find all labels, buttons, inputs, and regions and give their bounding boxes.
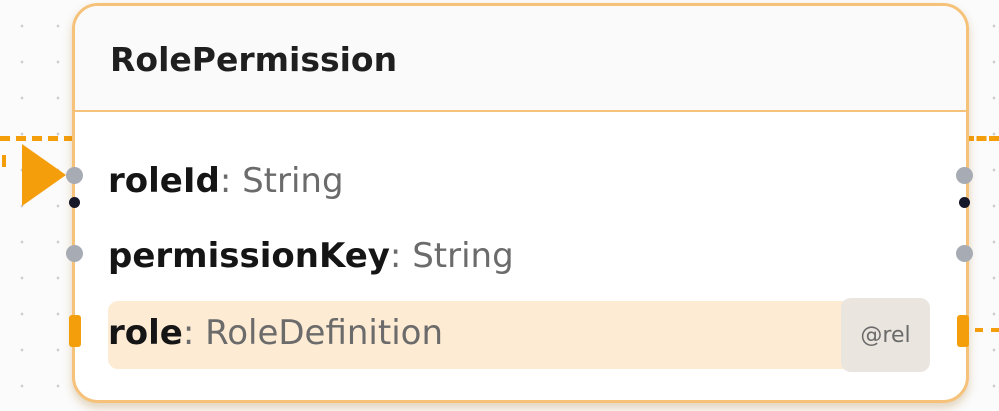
outgoing-relation-edge [964,136,999,141]
handle-left-permissionkey[interactable] [66,245,83,262]
handle-left-roleid[interactable] [66,167,83,184]
field-roleid[interactable]: roleId: String [108,161,344,201]
field-name: permissionKey [108,236,390,276]
entity-node-rolepermission[interactable]: RolePermission roleId: String permission… [72,3,969,403]
field-type: String [412,236,514,276]
handle-right-role[interactable] [957,315,969,347]
incoming-relation-edge-segment [2,155,6,167]
field-role: role: RoleDefinition [108,313,443,353]
handle-right-roleid-source[interactable] [959,197,970,208]
field-permissionkey[interactable]: permissionKey: String [108,236,514,276]
field-separator: : [182,313,206,353]
handle-right-permissionkey[interactable] [956,245,973,262]
field-type: RoleDefinition [205,313,444,353]
node-header[interactable]: RolePermission [75,6,966,112]
field-name: role [108,313,183,353]
relation-badge: @rel [841,298,930,372]
field-separator: : [389,236,413,276]
handle-left-role[interactable] [69,315,81,347]
field-role-relation[interactable]: role: RoleDefinition @rel [108,298,930,372]
node-title: RolePermission [110,40,398,79]
field-name: roleId [108,161,220,201]
field-type: String [242,161,344,201]
outgoing-relation-edge-stub [975,328,999,332]
incoming-relation-edge [0,136,74,141]
handle-left-roleid-target[interactable] [69,197,80,208]
arrow-head-icon [22,144,66,206]
handle-right-roleid[interactable] [956,167,973,184]
field-separator: : [219,161,243,201]
